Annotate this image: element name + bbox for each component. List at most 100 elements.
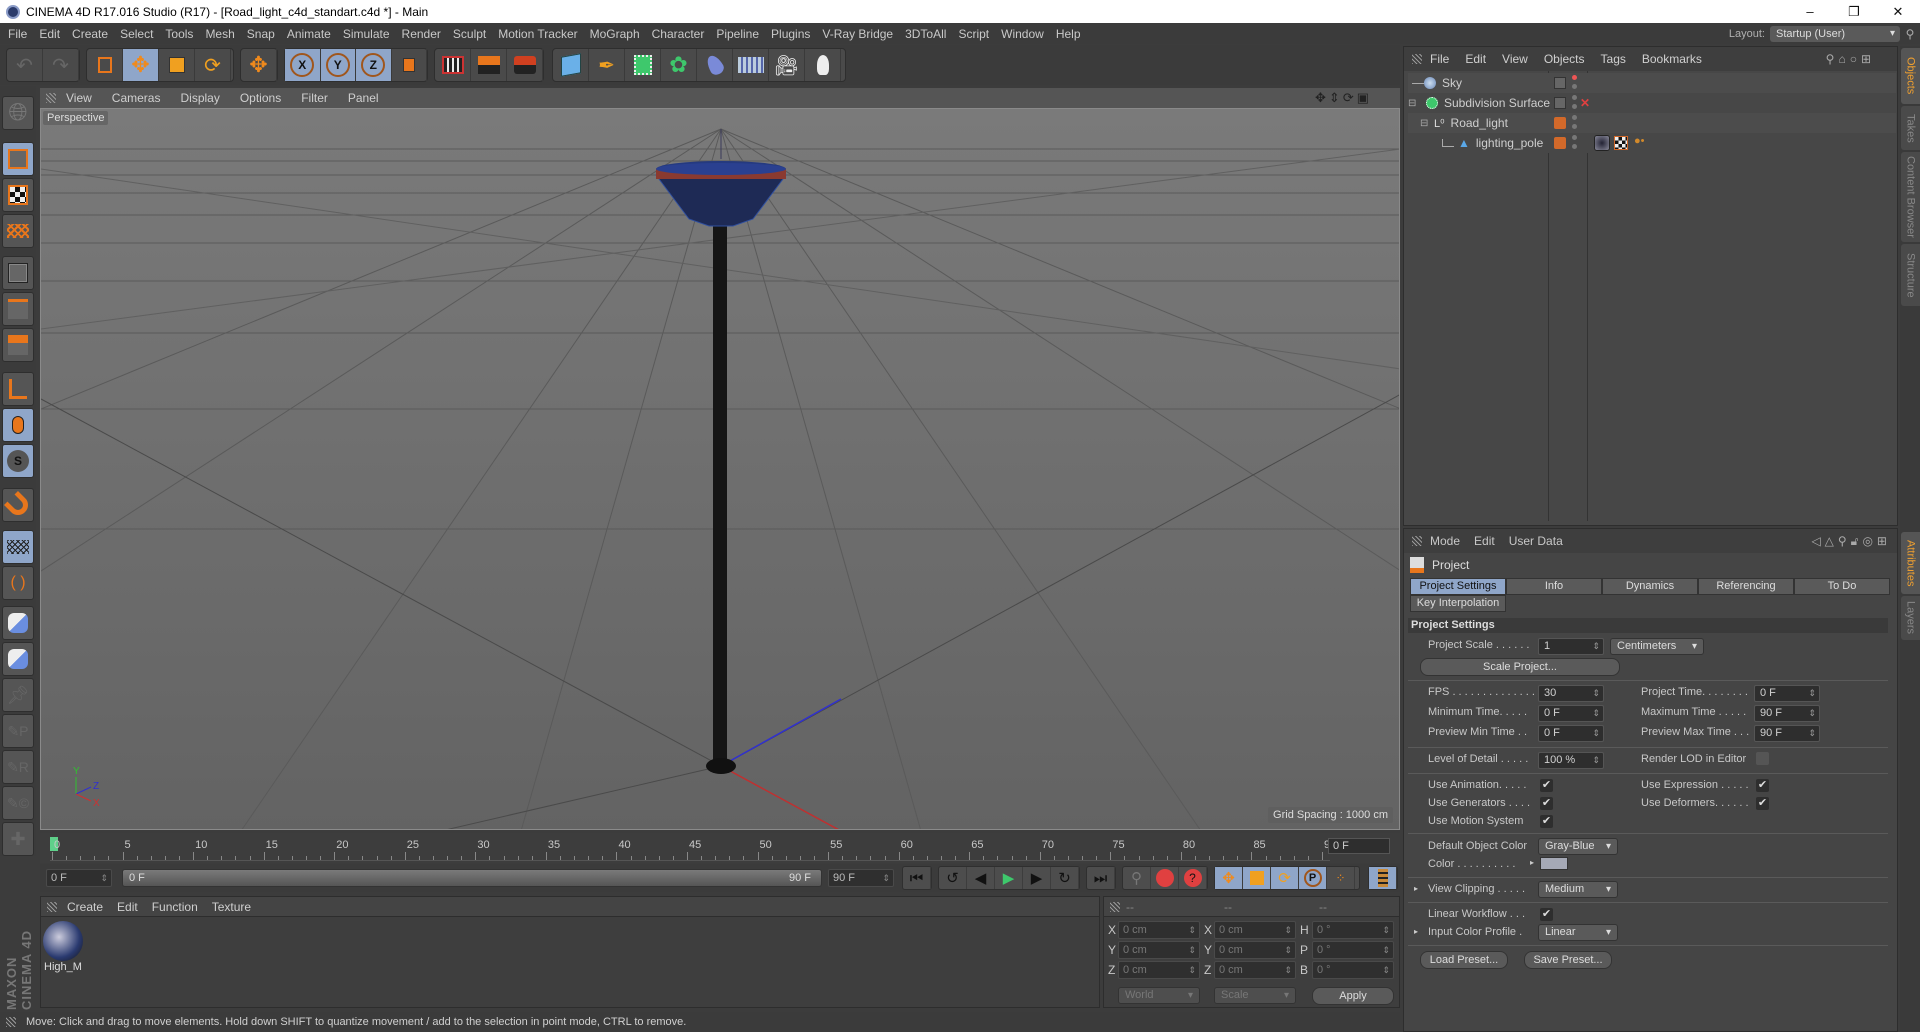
material-item[interactable]: High_M bbox=[43, 921, 83, 975]
material-menu-texture[interactable]: Texture bbox=[212, 900, 251, 914]
layout-dropdown[interactable]: Startup (User) bbox=[1770, 25, 1900, 42]
om-menu-view[interactable]: View bbox=[1502, 52, 1528, 66]
load-preset-button[interactable]: Load Preset... bbox=[1420, 951, 1508, 969]
key-pla-button[interactable]: ⁘ bbox=[1327, 867, 1355, 889]
snap-magnet-icon[interactable] bbox=[2, 488, 34, 522]
rotation-h-field[interactable]: 0 ° bbox=[1312, 921, 1394, 939]
panel-grip-icon[interactable] bbox=[1412, 54, 1422, 64]
menu-create[interactable]: Create bbox=[72, 27, 108, 41]
object-row[interactable]: ⊟ L⁰ Road_light bbox=[1408, 113, 1896, 133]
maximum-time-field[interactable]: 90 F bbox=[1754, 705, 1820, 722]
pin-p-icon[interactable]: ✎P bbox=[2, 714, 34, 748]
pin-r-icon[interactable]: ✎R bbox=[2, 750, 34, 784]
tab-project-settings[interactable]: Project Settings bbox=[1410, 578, 1506, 595]
editor-visibility-dot[interactable] bbox=[1572, 75, 1577, 80]
material-menu-function[interactable]: Function bbox=[152, 900, 198, 914]
coord-space-dropdown[interactable]: World bbox=[1118, 987, 1200, 1004]
fps-field[interactable]: 30 bbox=[1538, 685, 1604, 702]
pin-c-icon[interactable]: ✎© bbox=[2, 786, 34, 820]
preview-max-time-field[interactable]: 90 F bbox=[1754, 725, 1820, 742]
edit-render-settings-icon[interactable] bbox=[507, 49, 543, 81]
axis-icon[interactable] bbox=[2, 372, 34, 406]
viewport-menu-view[interactable]: View bbox=[66, 91, 92, 105]
menu-tools[interactable]: Tools bbox=[165, 27, 193, 41]
motion-record-icon[interactable]: ⚲ bbox=[1123, 867, 1151, 889]
use-expression-checkbox[interactable]: ✔ bbox=[1756, 779, 1769, 792]
z-axis-icon[interactable]: Z bbox=[356, 49, 392, 81]
key-parameter-button[interactable]: P bbox=[1299, 867, 1327, 889]
panel-grip-icon[interactable] bbox=[6, 1017, 16, 1027]
menu-animate[interactable]: Animate bbox=[287, 27, 331, 41]
save-preset-button[interactable]: Save Preset... bbox=[1524, 951, 1612, 969]
next-key-button[interactable]: ↻ bbox=[1051, 867, 1079, 889]
timeline-ruler[interactable]: 051015202530354045505560657075808590 bbox=[50, 835, 1336, 861]
use-animation-checkbox[interactable]: ✔ bbox=[1540, 779, 1553, 792]
rotation-p-field[interactable]: 0 ° bbox=[1312, 941, 1394, 959]
default-object-color-dropdown[interactable]: Gray-Blue bbox=[1538, 838, 1618, 855]
start-frame-field[interactable]: 0 F bbox=[46, 869, 112, 887]
expand-arrow-icon[interactable]: ▸ bbox=[1414, 927, 1418, 936]
tab-referencing[interactable]: Referencing bbox=[1698, 578, 1794, 595]
current-frame-field[interactable]: 0 F bbox=[1328, 838, 1390, 854]
record-active-objects-button[interactable] bbox=[1151, 867, 1179, 889]
material-tag-icon[interactable] bbox=[1594, 135, 1610, 151]
previous-key-button[interactable]: ↺ bbox=[939, 867, 967, 889]
close-button[interactable]: ✕ bbox=[1876, 0, 1920, 23]
phong-tag-icon[interactable]: ●• bbox=[1634, 135, 1645, 147]
camera-icon[interactable]: 🎥︎ bbox=[769, 49, 805, 81]
polygons-mode-icon[interactable] bbox=[2, 328, 34, 362]
tab-dynamics[interactable]: Dynamics bbox=[1602, 578, 1698, 595]
search-icon[interactable]: ⚲ bbox=[1900, 27, 1920, 41]
position-z-field[interactable]: 0 cm bbox=[1118, 961, 1200, 979]
use-deformers-checkbox[interactable]: ✔ bbox=[1756, 797, 1769, 810]
menu-edit[interactable]: Edit bbox=[39, 27, 60, 41]
solo-icon[interactable]: S bbox=[2, 444, 34, 478]
editor-visibility-dot[interactable] bbox=[1572, 115, 1577, 120]
key-rotation-button[interactable]: ⟳ bbox=[1271, 867, 1299, 889]
python-icon[interactable] bbox=[2, 606, 34, 640]
deformer-icon[interactable] bbox=[697, 49, 733, 81]
om-toolbar-icons[interactable]: ⚲⌂○⊞ bbox=[1826, 52, 1875, 66]
viewport-menu-options[interactable]: Options bbox=[240, 91, 281, 105]
visibility-toggle[interactable] bbox=[1554, 97, 1566, 109]
menu-plugins[interactable]: Plugins bbox=[771, 27, 810, 41]
side-tab-attributes[interactable]: Attributes bbox=[1901, 532, 1920, 594]
om-menu-bookmarks[interactable]: Bookmarks bbox=[1642, 52, 1702, 66]
x-axis-icon[interactable]: X bbox=[285, 49, 321, 81]
cube-icon[interactable] bbox=[553, 49, 589, 81]
render-picture-viewer-icon[interactable] bbox=[471, 49, 507, 81]
size-y-field[interactable]: 0 cm bbox=[1214, 941, 1296, 959]
collapse-icon[interactable]: ⊟ bbox=[1420, 118, 1434, 129]
maximize-button[interactable]: ❐ bbox=[1832, 0, 1876, 23]
viewport-menu-filter[interactable]: Filter bbox=[301, 91, 328, 105]
points-mode-icon[interactable] bbox=[2, 256, 34, 290]
object-row[interactable]: ▲ lighting_pole ●• bbox=[1408, 133, 1896, 153]
live-selection-icon[interactable] bbox=[87, 49, 123, 81]
menu-sculpt[interactable]: Sculpt bbox=[453, 27, 486, 41]
viewport-menu-display[interactable]: Display bbox=[180, 91, 219, 105]
menu-help[interactable]: Help bbox=[1056, 27, 1081, 41]
render-lod-checkbox[interactable] bbox=[1756, 752, 1769, 765]
side-tab-takes[interactable]: Takes bbox=[1901, 106, 1920, 150]
texture-mode-icon[interactable] bbox=[2, 178, 34, 212]
menu-mesh[interactable]: Mesh bbox=[205, 27, 234, 41]
editor-visibility-dot[interactable] bbox=[1572, 135, 1577, 140]
goto-end-button[interactable]: ⏭ bbox=[1087, 867, 1115, 889]
side-tab-structure[interactable]: Structure bbox=[1901, 244, 1920, 306]
rotation-b-field[interactable]: 0 ° bbox=[1312, 961, 1394, 979]
panel-grip-icon[interactable] bbox=[1412, 536, 1422, 546]
y-axis-icon[interactable]: Y bbox=[320, 49, 356, 81]
menu-pipeline[interactable]: Pipeline bbox=[716, 27, 759, 41]
preview-min-time-field[interactable]: 0 F bbox=[1538, 725, 1604, 742]
menu-select[interactable]: Select bbox=[120, 27, 153, 41]
am-toolbar-icons[interactable]: ◁△⚲🔓︎◎⊞ bbox=[1811, 534, 1891, 549]
menu-script[interactable]: Script bbox=[958, 27, 989, 41]
uvw-tag-icon[interactable] bbox=[1614, 136, 1628, 150]
disabled-x-icon[interactable]: ✕ bbox=[1580, 96, 1590, 110]
position-x-field[interactable]: 0 cm bbox=[1118, 921, 1200, 939]
rotate-icon[interactable]: ⟳ bbox=[195, 49, 231, 81]
workplane-mode-icon[interactable] bbox=[2, 214, 34, 248]
tab-info[interactable]: Info bbox=[1506, 578, 1602, 595]
collapse-icon[interactable]: ⊟ bbox=[1408, 98, 1422, 109]
object-row[interactable]: Sky bbox=[1408, 73, 1896, 93]
